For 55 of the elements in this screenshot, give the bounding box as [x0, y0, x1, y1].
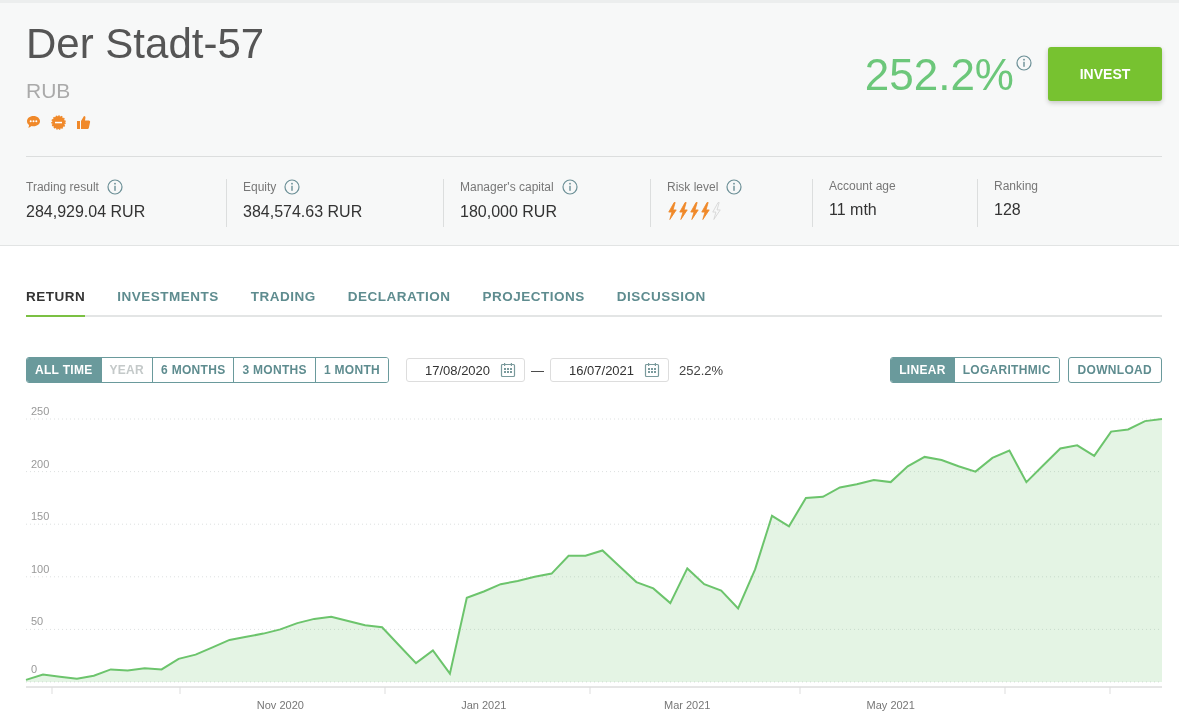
- period-button[interactable]: 1 MONTH: [314, 358, 388, 382]
- stat-label: Risk level: [667, 180, 719, 194]
- stat-label: Trading result: [26, 180, 99, 194]
- lightning-icon: [711, 202, 722, 220]
- tab[interactable]: PROJECTIONS: [482, 289, 585, 317]
- date-separator: —: [531, 362, 544, 378]
- stat-label: Ranking: [994, 179, 1039, 193]
- tab[interactable]: TRADING: [250, 289, 316, 317]
- y-axis-label: 150: [31, 510, 50, 523]
- y-axis-label: 0: [31, 663, 38, 675]
- stat-value: 180,000 RUR: [460, 203, 558, 221]
- info-icon[interactable]: [561, 179, 578, 195]
- scale-button[interactable]: LOGARITHMIC: [953, 358, 1059, 382]
- period-button[interactable]: ALL TIME: [27, 358, 101, 382]
- period-return: 252.2%: [679, 362, 724, 378]
- scale-button[interactable]: LINEAR: [891, 358, 954, 382]
- lightning-icon: [678, 202, 689, 220]
- lightning-icon: [689, 202, 700, 220]
- tab[interactable]: DISCUSSION: [616, 289, 706, 317]
- stat-value: 128: [994, 201, 1022, 219]
- lightning-icon: [667, 202, 678, 220]
- stat-value: 384,574.63 RUR: [243, 203, 364, 221]
- chat-bubble-icon: [26, 115, 41, 130]
- x-axis-label: Jan 2021: [461, 699, 507, 711]
- invest-button[interactable]: INVEST: [1048, 47, 1162, 101]
- calendar-icon[interactable]: [644, 362, 660, 378]
- x-axis-label: May 2021: [866, 699, 915, 711]
- info-icon[interactable]: [1016, 55, 1032, 71]
- calendar-icon[interactable]: [500, 362, 516, 378]
- badge-icon: [51, 115, 66, 130]
- stat-value: 284,929.04 RUR: [26, 203, 147, 221]
- download-button[interactable]: DOWNLOAD: [1067, 357, 1162, 383]
- y-axis-label: 200: [31, 457, 50, 470]
- info-icon[interactable]: [284, 179, 301, 195]
- currency-label: RUB: [26, 79, 72, 103]
- lightning-icon: [700, 202, 711, 220]
- y-axis-label: 50: [31, 615, 44, 628]
- x-axis-label: Mar 2021: [664, 699, 711, 711]
- start-date-field[interactable]: 17/08/2020: [406, 358, 525, 382]
- info-icon[interactable]: [106, 179, 123, 195]
- info-icon[interactable]: [726, 179, 743, 195]
- stat-label: Manager's capital: [460, 180, 554, 194]
- tab[interactable]: RETURN: [26, 289, 86, 317]
- y-axis-label: 250: [31, 405, 50, 417]
- stat-label: Account age: [829, 179, 896, 193]
- thumbs-up-icon: [76, 115, 91, 130]
- stat-value: 11 mth: [829, 201, 878, 219]
- x-axis-label: Nov 2020: [256, 699, 304, 711]
- tab[interactable]: DECLARATION: [347, 289, 451, 317]
- y-axis-label: 100: [31, 562, 50, 575]
- fund-title: Der Stadt-57: [26, 19, 265, 69]
- stat-label: Equity: [243, 180, 277, 194]
- end-date-field[interactable]: 16/07/2021: [550, 358, 669, 382]
- tab[interactable]: INVESTMENTS: [117, 289, 219, 317]
- total-return: 252.2%: [864, 49, 1014, 101]
